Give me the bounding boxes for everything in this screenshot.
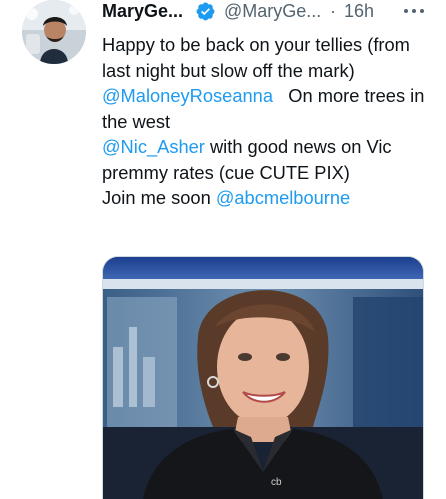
image-watermark: cb xyxy=(271,477,282,488)
tweet-line-join: Join me soon @abcmelbourne xyxy=(102,185,432,211)
tweet-header: MaryGe... @MaryGe... · 16h xyxy=(102,0,432,24)
mention-nic-asher[interactable]: @Nic_Asher xyxy=(102,136,205,157)
avatar-photo xyxy=(22,0,86,64)
mention-abcmelbourne[interactable]: @abcmelbourne xyxy=(216,187,350,208)
tweet-media-image[interactable]: cb xyxy=(102,256,424,499)
author-handle[interactable]: @MaryGe... xyxy=(224,0,321,22)
display-name[interactable]: MaryGe... xyxy=(102,0,183,22)
tweet-text-join: Join me soon xyxy=(102,187,216,208)
author-avatar[interactable] xyxy=(22,0,86,64)
studio-selfie-image: cb xyxy=(103,257,423,499)
verified-badge-icon xyxy=(196,2,215,21)
tweet-body: Happy to be back on your tellies (from l… xyxy=(102,32,432,211)
timestamp[interactable]: 16h xyxy=(344,0,374,22)
more-options-icon[interactable] xyxy=(404,4,424,18)
tweet-line-intro: Happy to be back on your tellies (from l… xyxy=(102,34,410,81)
header-separator: · xyxy=(330,1,336,21)
tweet-line-premmy: @Nic_Asher with good news on Vic premmy … xyxy=(102,134,432,185)
mention-maloneyroseanna[interactable]: @MaloneyRoseanna xyxy=(102,85,273,106)
tweet-line-trees: @MaloneyRoseanna On more trees in the we… xyxy=(102,83,432,134)
